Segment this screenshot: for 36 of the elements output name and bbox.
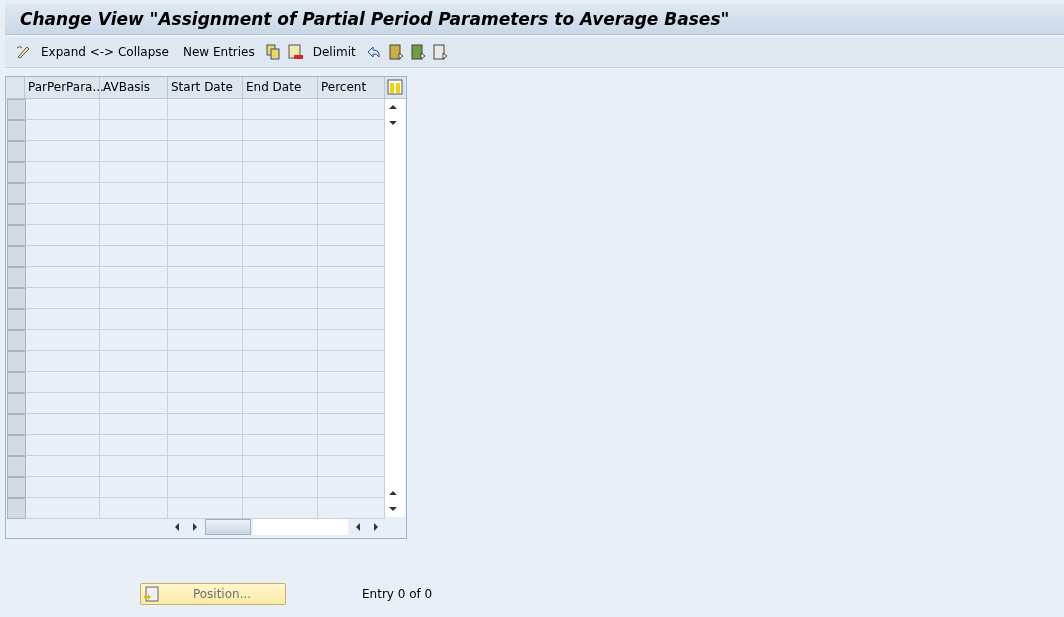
row-selector[interactable] [7, 288, 26, 309]
row-selector[interactable] [7, 120, 26, 141]
entry-count: Entry 0 of 0 [362, 587, 433, 601]
row-selector[interactable] [7, 393, 26, 414]
delimit-button[interactable]: Delimit [308, 43, 360, 61]
window-title: Change View "Assignment of Partial Period Parameters to Average Bases" [20, 9, 730, 29]
scroll-thumb[interactable] [205, 519, 251, 535]
row-selector[interactable] [7, 246, 26, 267]
row-selector[interactable] [7, 498, 26, 519]
row-selector[interactable] [7, 372, 26, 393]
row-selector[interactable] [7, 204, 26, 225]
column-header[interactable]: Percent [318, 77, 385, 98]
row-selector[interactable] [7, 477, 26, 498]
position-icon [143, 586, 159, 602]
vertical-scrollbar[interactable] [385, 99, 405, 517]
row-selector[interactable] [7, 351, 26, 372]
row-selector[interactable] [7, 141, 26, 162]
delete-row-icon[interactable] [286, 44, 303, 60]
position-button[interactable]: Position... [140, 583, 286, 605]
row-selector[interactable] [7, 162, 26, 183]
row-selector[interactable] [7, 330, 26, 351]
column-header[interactable]: Start Date [168, 77, 243, 98]
row-selector[interactable] [7, 225, 26, 246]
copy-icon[interactable] [264, 44, 281, 60]
new-entries-button[interactable]: New Entries [178, 43, 259, 61]
row-selector[interactable] [7, 456, 26, 477]
row-selector[interactable] [7, 183, 26, 204]
row-selector[interactable] [7, 309, 26, 330]
expand-collapse-button[interactable]: Expand <-> Collapse [37, 43, 173, 61]
pencil-icon[interactable] [15, 44, 31, 60]
row-selector[interactable] [7, 267, 26, 288]
row-selector[interactable] [7, 435, 26, 456]
column-header[interactable]: End Date [243, 77, 318, 98]
row-selector[interactable] [7, 99, 26, 120]
row-selector[interactable] [7, 414, 26, 435]
undo-icon[interactable] [365, 44, 382, 60]
